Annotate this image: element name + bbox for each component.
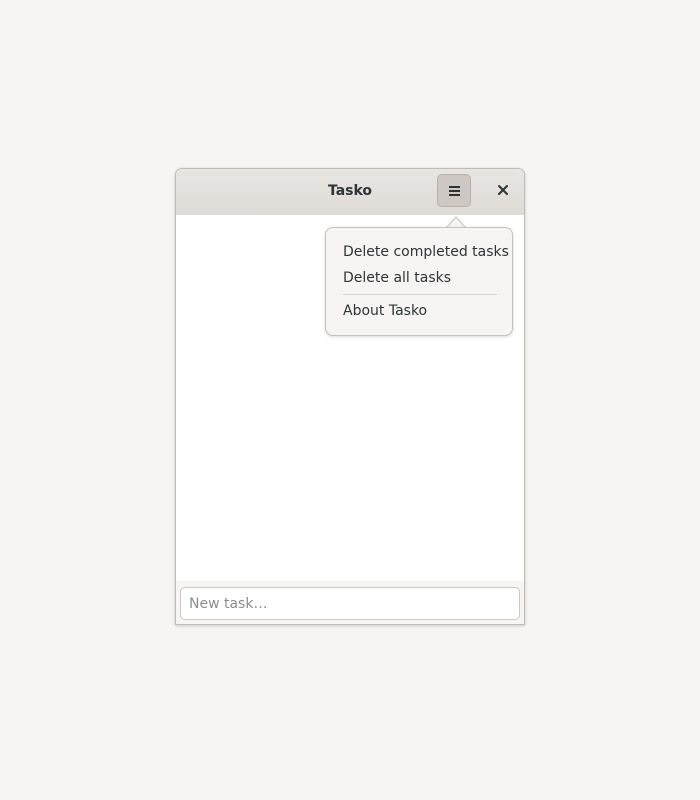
window-title: Tasko [327, 183, 373, 199]
footer-bar [176, 581, 524, 624]
close-button[interactable] [486, 174, 520, 207]
menu-item-delete-completed[interactable]: Delete completed tasks [326, 239, 512, 265]
menu-item-delete-all[interactable]: Delete all tasks [326, 265, 512, 291]
menu-item-about[interactable]: About Tasko [326, 298, 512, 324]
main-menu-popover: Delete completed tasks Delete all tasks … [325, 227, 513, 336]
main-menu-button[interactable] [437, 174, 471, 207]
close-icon [498, 185, 508, 195]
menu-separator [343, 294, 497, 295]
hamburger-menu-icon [449, 186, 460, 196]
new-task-input[interactable] [180, 587, 520, 620]
headerbar: Tasko [176, 169, 524, 216]
